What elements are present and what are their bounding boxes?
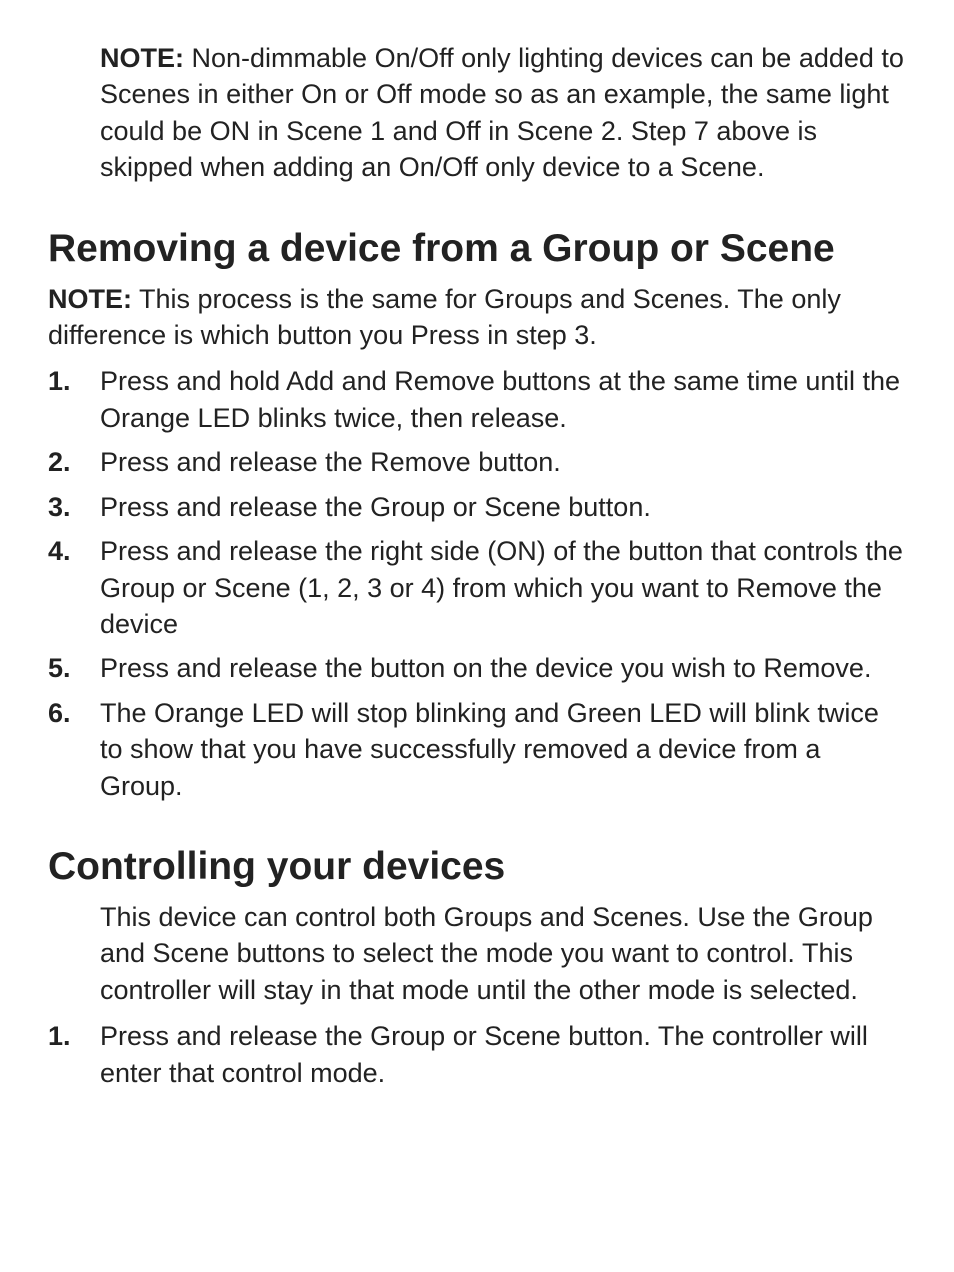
step-number: 2. (48, 444, 100, 480)
list-item: 4. Press and release the right side (ON)… (48, 533, 906, 642)
section-note-removing: NOTE: This process is the same for Group… (48, 281, 906, 354)
steps-list-controlling: 1. Press and release the Group or Scene … (48, 1018, 906, 1091)
step-number: 3. (48, 489, 100, 525)
list-item: 3. Press and release the Group or Scene … (48, 489, 906, 525)
section-heading-removing: Removing a device from a Group or Scene (48, 226, 906, 273)
step-number: 4. (48, 533, 100, 569)
list-item: 6. The Orange LED will stop blinking and… (48, 695, 906, 804)
step-text: The Orange LED will stop blinking and Gr… (100, 695, 906, 804)
step-number: 5. (48, 650, 100, 686)
note-label: NOTE: (48, 284, 132, 314)
note-label: NOTE: (100, 43, 184, 73)
step-text: Press and release the Remove button. (100, 444, 906, 480)
step-text: Press and release the button on the devi… (100, 650, 906, 686)
steps-list-removing: 1. Press and hold Add and Remove buttons… (48, 363, 906, 804)
section-heading-controlling: Controlling your devices (48, 844, 906, 891)
step-text: Press and release the Group or Scene but… (100, 1018, 906, 1091)
list-item: 1. Press and release the Group or Scene … (48, 1018, 906, 1091)
step-number: 1. (48, 1018, 100, 1054)
list-item: 1. Press and hold Add and Remove buttons… (48, 363, 906, 436)
note-text: This process is the same for Groups and … (48, 284, 841, 350)
list-item: 2. Press and release the Remove button. (48, 444, 906, 480)
step-text: Press and release the right side (ON) of… (100, 533, 906, 642)
step-number: 1. (48, 363, 100, 399)
step-text: Press and release the Group or Scene but… (100, 489, 906, 525)
intro-text-controlling: This device can control both Groups and … (48, 899, 906, 1008)
list-item: 5. Press and release the button on the d… (48, 650, 906, 686)
top-note-block: NOTE: Non-dimmable On/Off only lighting … (48, 40, 906, 186)
note-text: Non-dimmable On/Off only lighting device… (100, 43, 904, 182)
step-number: 6. (48, 695, 100, 731)
step-text: Press and hold Add and Remove buttons at… (100, 363, 906, 436)
